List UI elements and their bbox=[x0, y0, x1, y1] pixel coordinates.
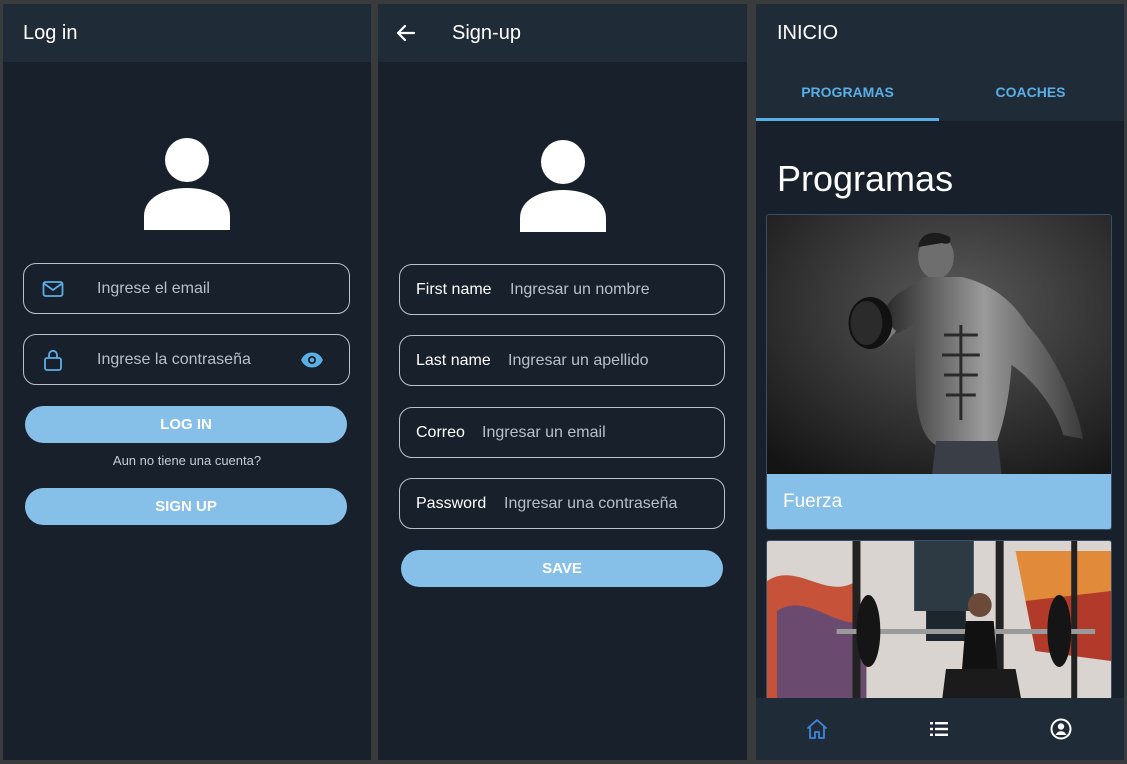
program-image bbox=[767, 215, 1111, 474]
list-icon[interactable] bbox=[927, 717, 951, 741]
password-placeholder: Ingrese la contraseña bbox=[97, 351, 251, 368]
field-placeholder: Ingresar un email bbox=[482, 424, 606, 441]
active-tab-indicator bbox=[756, 118, 939, 121]
mail-icon bbox=[42, 281, 64, 297]
program-image bbox=[767, 541, 1111, 699]
tab-coaches[interactable]: COACHES bbox=[939, 84, 1122, 100]
user-avatar-icon bbox=[519, 140, 606, 232]
email-placeholder: Ingrese el email bbox=[97, 280, 210, 297]
field-label: Password bbox=[416, 495, 487, 512]
program-name: Fuerza bbox=[783, 491, 843, 512]
field-label: Correo bbox=[416, 424, 465, 441]
login-screen: Log in Ingrese el email Ingrese la contr… bbox=[3, 4, 371, 760]
user-avatar-icon bbox=[144, 138, 230, 230]
page-title: Sign-up bbox=[452, 22, 521, 44]
home-icon[interactable] bbox=[805, 717, 829, 741]
page-title: Log in bbox=[23, 22, 78, 44]
field-placeholder: Ingresar un apellido bbox=[508, 352, 649, 369]
app-bar: INICIO PROGRAMAS COACHES bbox=[756, 4, 1124, 121]
field-label: Last name bbox=[416, 352, 491, 369]
no-account-text: Aun no tiene una cuenta? bbox=[112, 453, 262, 468]
program-label: Fuerza bbox=[767, 474, 1111, 529]
app-bar: Log in bbox=[3, 4, 371, 62]
program-card[interactable] bbox=[766, 540, 1112, 700]
field-placeholder: Ingresar una contraseña bbox=[504, 495, 678, 512]
password-field[interactable]: Password Ingresar una contraseña bbox=[399, 478, 725, 529]
account-circle-icon[interactable] bbox=[1049, 717, 1073, 741]
login-button[interactable]: LOG IN bbox=[25, 406, 347, 443]
field-label: First name bbox=[416, 281, 492, 298]
field-placeholder: Ingresar un nombre bbox=[510, 281, 650, 298]
bottom-navigation bbox=[756, 698, 1124, 760]
password-field[interactable]: Ingrese la contraseña bbox=[23, 334, 350, 385]
back-arrow-icon[interactable] bbox=[394, 21, 418, 45]
section-title: Programas bbox=[777, 158, 954, 199]
email-field[interactable]: Correo Ingresar un email bbox=[399, 407, 725, 458]
lock-icon bbox=[44, 349, 62, 371]
save-button[interactable]: SAVE bbox=[401, 550, 723, 587]
page-title: INICIO bbox=[777, 22, 839, 44]
signup-button[interactable]: SIGN UP bbox=[25, 488, 347, 525]
signup-screen: Sign-up First name Ingresar un nombre La… bbox=[378, 4, 747, 760]
program-card[interactable]: Fuerza bbox=[766, 214, 1112, 530]
email-field[interactable]: Ingrese el email bbox=[23, 263, 350, 314]
home-screen: INICIO PROGRAMAS COACHES Programas Fuerz… bbox=[756, 4, 1124, 760]
tab-programas[interactable]: PROGRAMAS bbox=[756, 84, 939, 100]
last-name-field[interactable]: Last name Ingresar un apellido bbox=[399, 335, 725, 386]
eye-icon[interactable] bbox=[300, 348, 324, 372]
app-bar: Sign-up bbox=[378, 4, 747, 62]
first-name-field[interactable]: First name Ingresar un nombre bbox=[399, 264, 725, 315]
